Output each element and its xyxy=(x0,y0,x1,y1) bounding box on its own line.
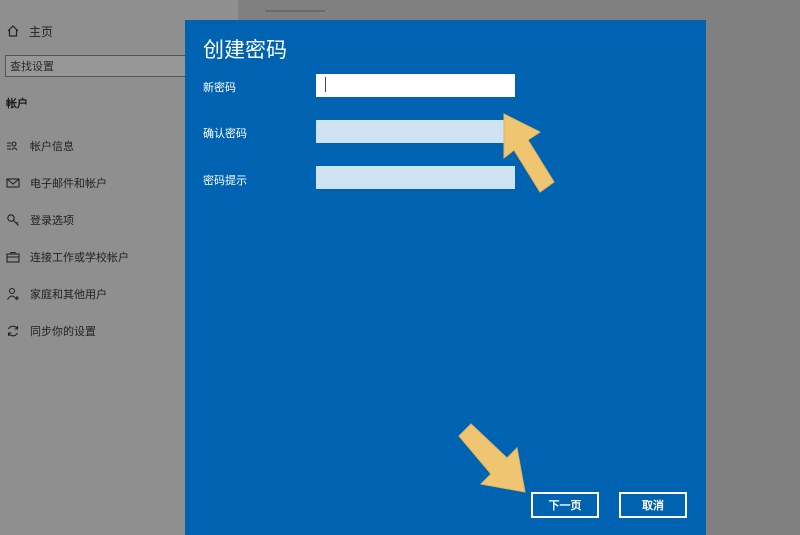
sidebar-item-sync[interactable]: 同步你的设置 xyxy=(6,322,129,340)
sidebar-item-label: 帐户信息 xyxy=(30,140,74,153)
next-button[interactable]: 下一页 xyxy=(531,492,599,518)
add-user-icon xyxy=(6,287,20,301)
sidebar-item-account-info[interactable]: 帐户信息 xyxy=(6,137,129,155)
new-password-input[interactable] xyxy=(316,74,515,97)
sidebar-item-sign-in[interactable]: 登录选项 xyxy=(6,211,129,229)
confirm-password-input[interactable] xyxy=(316,120,515,143)
create-password-dialog: 创建密码 新密码 确认密码 密码提示 下一页 取消 xyxy=(185,20,706,535)
sidebar-item-email[interactable]: 电子邮件和帐户 xyxy=(6,174,129,192)
new-password-label: 新密码 xyxy=(203,81,236,94)
confirm-password-label: 确认密码 xyxy=(203,127,247,140)
section-title: 帐户 xyxy=(6,97,28,110)
sidebar-item-label: 电子邮件和帐户 xyxy=(30,177,107,190)
home-icon xyxy=(6,24,20,38)
key-icon xyxy=(6,213,20,227)
mail-icon xyxy=(6,176,20,190)
password-hint-label: 密码提示 xyxy=(203,174,247,187)
briefcase-icon xyxy=(6,250,20,264)
password-hint-input[interactable] xyxy=(316,166,515,189)
sidebar-item-label: 同步你的设置 xyxy=(30,325,96,338)
pointer-arrow-icon xyxy=(458,423,526,493)
sidebar-item-label: 家庭和其他用户 xyxy=(30,288,107,301)
cancel-button[interactable]: 取消 xyxy=(619,492,687,518)
settings-search-input[interactable]: 查找设置 xyxy=(5,55,195,77)
sidebar-home[interactable]: 主页 xyxy=(6,22,53,40)
dialog-title: 创建密码 xyxy=(203,38,287,62)
text-caret xyxy=(325,77,326,92)
pointer-arrow-icon xyxy=(503,113,555,193)
sidebar-item-label: 连接工作或学校帐户 xyxy=(30,251,129,264)
search-placeholder: 查找设置 xyxy=(10,60,54,73)
sidebar-item-label: 登录选项 xyxy=(30,214,74,227)
account-info-icon xyxy=(6,139,20,153)
sidebar-item-work-school[interactable]: 连接工作或学校帐户 xyxy=(6,248,129,266)
sidebar-home-label: 主页 xyxy=(29,24,54,39)
sync-icon xyxy=(6,324,20,338)
sidebar-nav: 帐户信息 电子邮件和帐户 登录选项 连接工作或学校帐户 家庭和其他用户 同步你的… xyxy=(6,137,129,359)
sidebar-item-family[interactable]: 家庭和其他用户 xyxy=(6,285,129,303)
